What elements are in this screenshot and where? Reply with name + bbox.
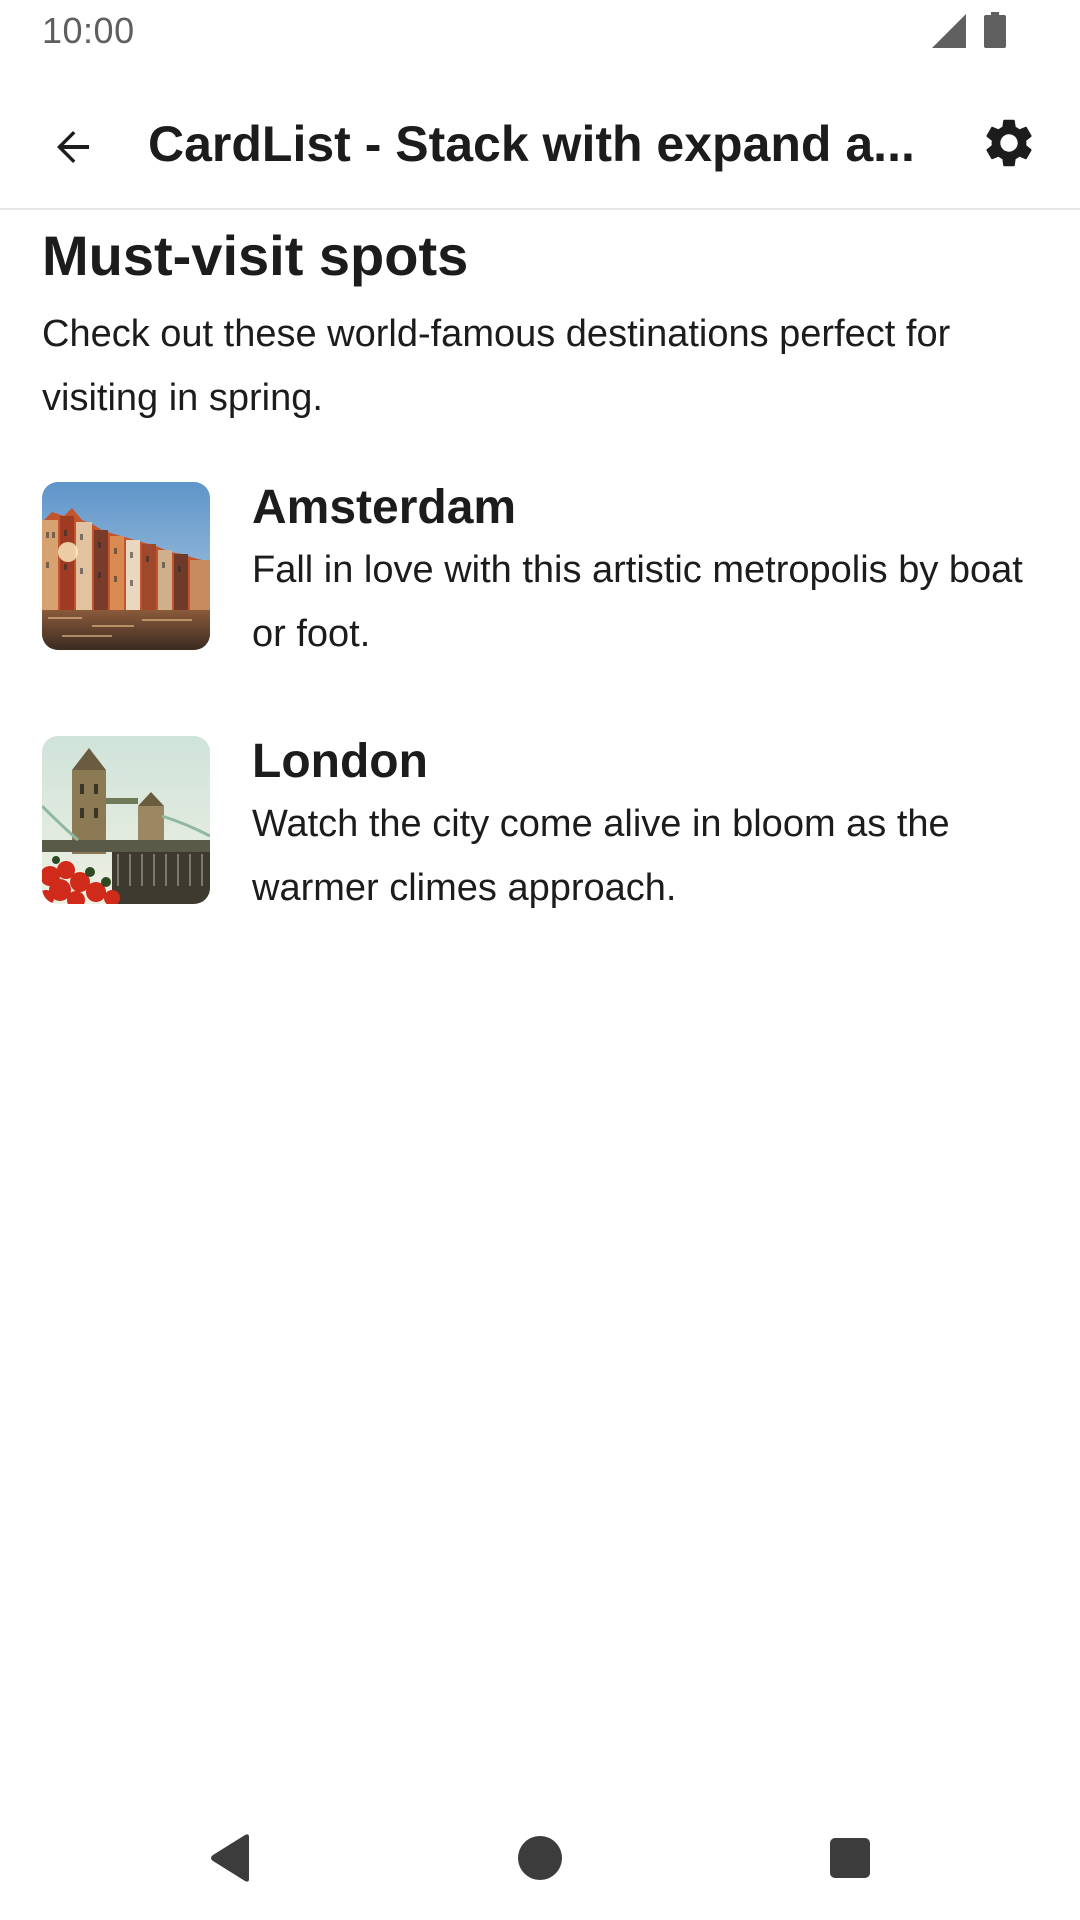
card-text: London Watch the city come alive in bloo… [252, 735, 1042, 920]
nav-recents-button[interactable] [818, 1828, 882, 1892]
status-time: 10:00 [42, 10, 135, 51]
card-text: Amsterdam Fall in love with this artisti… [252, 481, 1042, 666]
card-list: Amsterdam Fall in love with this artisti… [42, 481, 1042, 920]
arrow-back-icon [49, 123, 97, 176]
london-image [42, 736, 210, 904]
section-description: Check out these world-famous destination… [42, 313, 951, 419]
cell-signal-icon [932, 14, 966, 48]
app-bar: CardList - Stack with expand a... [0, 64, 1080, 210]
amsterdam-image [42, 482, 210, 650]
gear-icon [980, 114, 1038, 177]
card-description: Fall in love with this artistic metropol… [252, 549, 1023, 655]
back-button[interactable] [30, 106, 116, 192]
content: Must-visit spots Check out these world-f… [42, 220, 1042, 990]
card-title: Amsterdam [252, 481, 517, 534]
nav-back-button[interactable] [198, 1828, 262, 1892]
nav-home-button[interactable] [508, 1828, 572, 1892]
card-title: London [252, 735, 428, 788]
app-bar-title: CardList - Stack with expand a... [148, 116, 915, 172]
triangle-back-icon [207, 1833, 253, 1888]
square-recents-icon [829, 1837, 871, 1884]
card-amsterdam[interactable]: Amsterdam Fall in love with this artisti… [42, 481, 1042, 666]
status-bar: 10:00 [0, 0, 1080, 64]
settings-button[interactable] [966, 102, 1052, 188]
section-title: Must-visit spots [42, 224, 469, 287]
card-description: Watch the city come alive in bloom as th… [252, 803, 950, 909]
card-london[interactable]: London Watch the city come alive in bloo… [42, 735, 1042, 920]
battery-icon [984, 12, 1006, 48]
system-nav-bar [0, 1800, 1080, 1920]
screen: 10:00 CardList - Stack with expand a... [0, 0, 1080, 1920]
circle-home-icon [517, 1835, 563, 1886]
